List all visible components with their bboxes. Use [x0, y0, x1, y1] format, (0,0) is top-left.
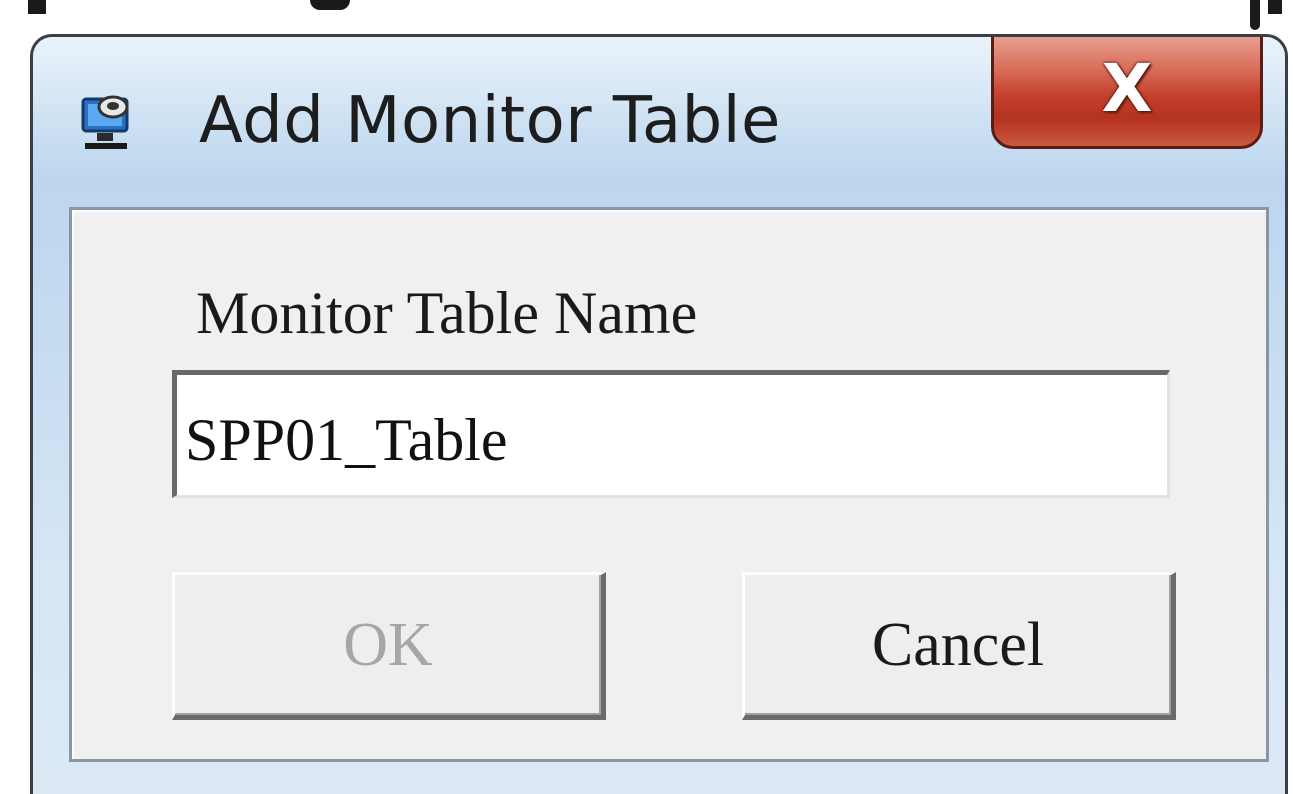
dialog-body: Monitor Table Name OK Cancel [69, 207, 1269, 762]
ok-button[interactable]: OK [172, 572, 606, 720]
dialog-window: Add Monitor Table X Monitor Table Name O… [30, 34, 1288, 794]
monitor-icon [81, 95, 129, 149]
dialog-title: Add Monitor Table [199, 84, 781, 158]
cancel-button[interactable]: Cancel [742, 572, 1176, 720]
close-icon: X [1101, 49, 1153, 127]
monitor-table-name-input[interactable] [172, 370, 1170, 498]
monitor-table-name-label: Monitor Table Name [196, 280, 698, 346]
close-button[interactable]: X [991, 37, 1263, 149]
